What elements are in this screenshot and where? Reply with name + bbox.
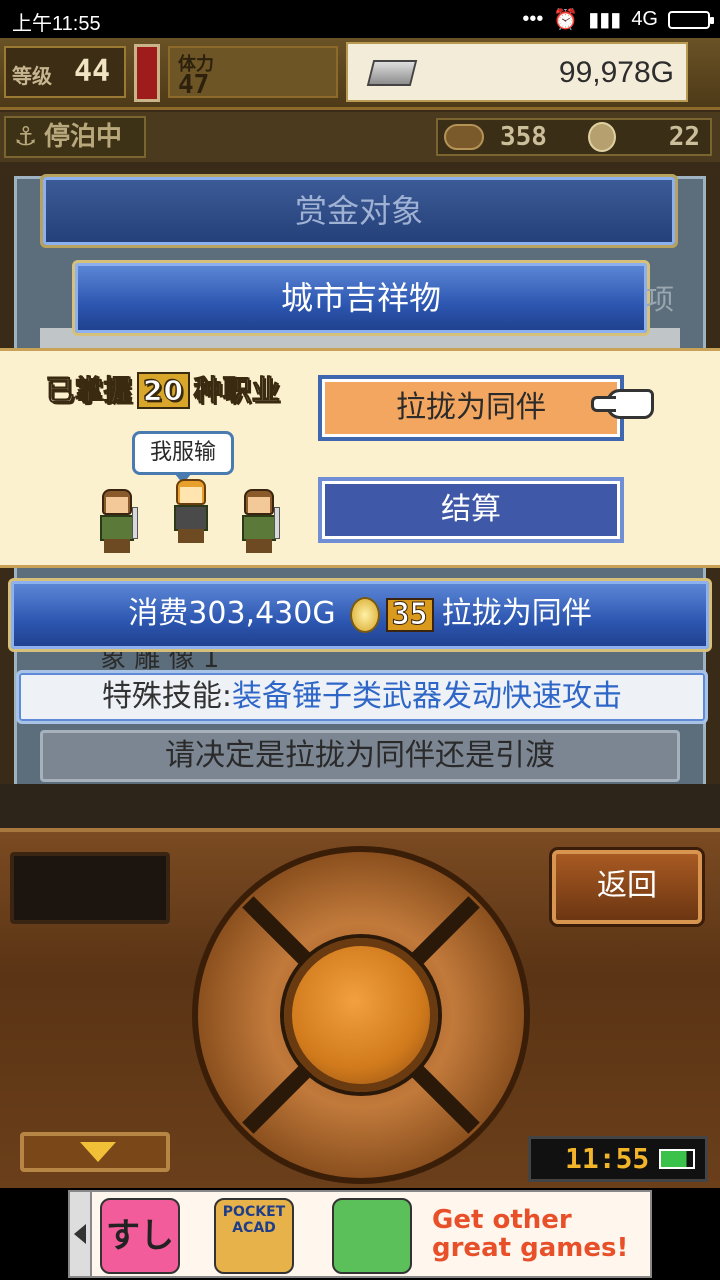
stamina-gauge	[134, 44, 160, 102]
ad-cta[interactable]: Get other great games!	[432, 1206, 628, 1262]
adventurer-sprite-right	[234, 489, 282, 555]
mooring-status: ⚓ 停泊中	[4, 116, 146, 158]
speech-bubble: 我服输	[132, 431, 234, 484]
dpad-center-button[interactable]	[284, 938, 438, 1092]
adventurer-sprite-left	[92, 489, 140, 555]
cost-suffix: 拉拢为同伴	[441, 596, 592, 631]
resource-box: 358 22	[436, 118, 712, 156]
pointing-hand-icon	[591, 389, 654, 419]
badge-icon	[444, 124, 484, 150]
game-screen: 等级 44 体力 47 99,978G ⚓ 停泊中 358 22 赏金对象 城市吉…	[0, 38, 720, 1188]
status-time: 上午11:55	[12, 13, 101, 35]
console-screen	[10, 852, 170, 924]
signal-icon: ▮▮▮	[588, 9, 622, 31]
more-dots-icon: •••	[522, 8, 544, 30]
clock-time: 11:55	[565, 1142, 650, 1175]
back-button[interactable]: 返回	[552, 850, 702, 924]
panel-footer	[0, 784, 720, 828]
hud-top: 等级 44 体力 47 99,978G	[0, 38, 720, 110]
ad-content[interactable]: すし POCKET ACAD Get other great games!	[68, 1190, 652, 1278]
level-value: 44	[74, 54, 111, 89]
mooring-label: 停泊中	[44, 122, 123, 152]
resource1-value: 358	[500, 122, 547, 152]
ad-banner[interactable]: すし POCKET ACAD Get other great games!	[0, 1188, 720, 1280]
down-arrow-icon	[80, 1142, 116, 1162]
ad-app-sushi[interactable]: すし	[100, 1198, 180, 1274]
resource2-value: 22	[668, 122, 700, 152]
settle-button[interactable]: 结算	[318, 477, 624, 543]
hud-second: ⚓ 停泊中 358 22	[0, 112, 720, 162]
status-icons: ••• ⏰ ▮▮▮ 4G	[522, 7, 714, 32]
mastered-count: 20	[137, 372, 190, 409]
level-label: 等级	[12, 64, 52, 88]
anchor-icon: ⚓	[14, 122, 38, 152]
recruit-popup: 已掌握 20 种职业 我服输 拉拢为同伴 结算	[0, 348, 720, 568]
ad-app-pocket-academy[interactable]: POCKET ACAD	[214, 1198, 294, 1274]
control-console: 返回 11:55	[0, 828, 720, 1188]
cost-amount: 303,430G	[188, 596, 336, 631]
network-label: 4G	[631, 8, 658, 30]
medal-icon	[588, 122, 616, 152]
status-bar: 上午11:55 ••• ⏰ ▮▮▮ 4G	[0, 0, 720, 38]
gold-amount: 99,978G	[558, 56, 674, 89]
decision-prompt: 请决定是拉拢为同伴还是引渡	[40, 730, 680, 782]
clock-battery-icon	[659, 1149, 695, 1169]
ad-app-castle[interactable]	[332, 1198, 412, 1274]
recruit-button[interactable]: 拉拢为同伴	[318, 375, 624, 441]
silver-bar-icon	[366, 60, 418, 86]
bounty-header: 赏金对象	[40, 174, 678, 248]
cost-prefix: 消费	[128, 596, 189, 631]
mascot-title[interactable]: 城市吉祥物	[72, 260, 650, 336]
skill-label: 特殊技能:	[101, 679, 233, 714]
ad-prev-arrow-icon[interactable]	[70, 1192, 92, 1276]
coin-icon	[349, 596, 380, 633]
ad-cta-line2: great games!	[432, 1233, 629, 1263]
mastered-prefix: 已掌握	[45, 374, 134, 408]
side-text: 项	[646, 283, 675, 316]
game-clock: 11:55	[528, 1136, 708, 1182]
alarm-icon: ⏰	[553, 9, 579, 31]
mastered-jobs: 已掌握 20 种职业	[45, 369, 281, 409]
stamina-box: 体力 47	[168, 46, 338, 100]
medal-count: 35	[385, 597, 434, 632]
scroll-down-button[interactable]	[20, 1132, 170, 1172]
skill-value: 装备锤子类武器发动快速攻击	[232, 679, 623, 714]
recruit-cost-button[interactable]: 消费303,430G 35 拉拢为同伴	[8, 578, 712, 652]
battery-icon	[668, 10, 714, 29]
level-box: 等级 44	[4, 46, 126, 98]
gold-box: 99,978G	[346, 42, 688, 102]
mastered-suffix: 种职业	[193, 374, 281, 408]
ad-cta-line1: Get other	[432, 1205, 572, 1235]
dpad[interactable]	[192, 846, 530, 1184]
mascot-sprite	[166, 479, 214, 545]
stamina-value: 47	[178, 70, 210, 100]
special-skill-bar: 特殊技能:装备锤子类武器发动快速攻击	[16, 670, 708, 724]
